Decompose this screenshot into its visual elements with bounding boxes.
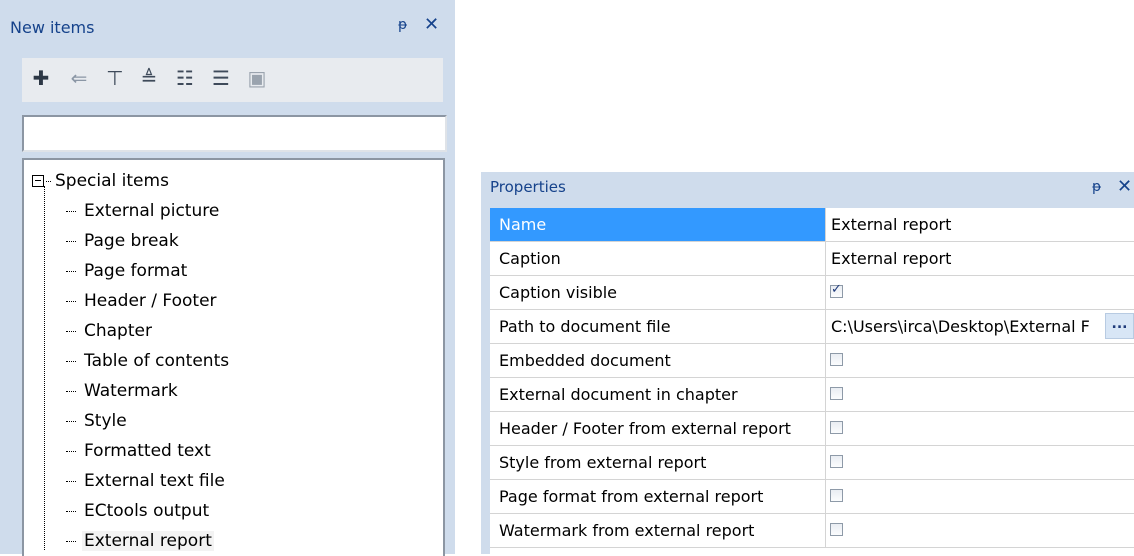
new-items-panel: New items ᵽ ✕ ✚ ⇐ ⊤ ≜ ☷ ☰ ▣ Special item… (0, 0, 455, 556)
tree-item[interactable]: Table of contents (66, 346, 231, 376)
items-tree: Special items External picture Page brea… (22, 158, 445, 556)
property-row-caption[interactable]: Caption External report (490, 242, 1134, 276)
property-name: Header / Footer from external report (490, 412, 826, 445)
page-format-checkbox[interactable] (830, 489, 843, 502)
style-checkbox[interactable] (830, 455, 843, 468)
tree-root-label: Special items (55, 171, 169, 191)
browse-button[interactable]: ... (1105, 313, 1134, 339)
property-value[interactable]: External report (827, 242, 1134, 275)
tree-item[interactable]: Page break (66, 226, 181, 256)
collapse-icon[interactable] (32, 175, 44, 187)
new-items-title: New items (10, 18, 95, 37)
properties-titlebar: Properties ᵽ ✕ (481, 172, 1134, 204)
property-name: Embedded document (490, 344, 826, 377)
properties-title: Properties (490, 178, 566, 196)
property-name: Caption visible (490, 276, 826, 309)
property-name: Caption (490, 242, 826, 275)
pin-icon[interactable]: ᵽ (398, 17, 407, 33)
tree-item[interactable]: External picture (66, 196, 221, 226)
search-input[interactable] (22, 115, 447, 152)
tree-item[interactable]: ECtools output (66, 496, 211, 526)
property-row-caption-visible[interactable]: Caption visible (490, 276, 1134, 310)
new-items-titlebar: New items ᵽ ✕ (0, 0, 455, 44)
close-icon[interactable]: ✕ (1117, 176, 1132, 197)
tree-item[interactable]: Chapter (66, 316, 154, 346)
properties-panel: Properties ᵽ ✕ Name External report Capt… (481, 172, 1134, 554)
property-row-path[interactable]: Path to document file C:\Users\irca\Desk… (490, 310, 1134, 344)
tree-item[interactable]: Formatted text (66, 436, 213, 466)
property-name: Path to document file (490, 310, 826, 343)
property-row-name[interactable]: Name External report (490, 208, 1134, 242)
property-row-header-footer[interactable]: Header / Footer from external report (490, 412, 1134, 446)
tree-item[interactable]: Header / Footer (66, 286, 219, 316)
external-document-in-chapter-checkbox[interactable] (830, 387, 843, 400)
property-name: Name (490, 208, 826, 241)
watermark-checkbox[interactable] (830, 523, 843, 536)
tree-item[interactable]: Page format (66, 256, 189, 286)
header-footer-checkbox[interactable] (830, 421, 843, 434)
property-row-embedded[interactable]: Embedded document (490, 344, 1134, 378)
tree-item[interactable]: Style (66, 406, 129, 436)
property-name: Watermark from external report (490, 514, 826, 547)
filter-icon[interactable]: ⊤ (102, 64, 128, 92)
add-item-icon[interactable]: ✚ (28, 64, 54, 92)
property-row-watermark[interactable]: Watermark from external report (490, 514, 1134, 548)
property-row-in-chapter[interactable]: External document in chapter (490, 378, 1134, 412)
property-name: External document in chapter (490, 378, 826, 411)
delete-icon[interactable]: ▣ (244, 64, 270, 92)
back-arrow-icon[interactable]: ⇐ (66, 64, 92, 92)
property-value[interactable]: External report (827, 208, 1134, 241)
property-row-style[interactable]: Style from external report (490, 446, 1134, 480)
tree-item[interactable]: External text file (66, 466, 227, 496)
property-name: Page format from external report (490, 480, 826, 513)
new-items-toolbar: ✚ ⇐ ⊤ ≜ ☷ ☰ ▣ (22, 58, 443, 102)
tree-item[interactable]: Watermark (66, 376, 180, 406)
pin-icon[interactable]: ᵽ (1092, 179, 1101, 195)
embedded-document-checkbox[interactable] (830, 353, 843, 366)
property-row-page-format[interactable]: Page format from external report (490, 480, 1134, 514)
path-value[interactable]: C:\Users\irca\Desktop\External F (827, 310, 1104, 343)
close-icon[interactable]: ✕ (424, 14, 439, 35)
caption-visible-checkbox[interactable] (830, 282, 843, 298)
property-name: Style from external report (490, 446, 826, 479)
tree-root-special-items[interactable]: Special items (32, 166, 169, 196)
tree-view-icon[interactable]: ☷ (172, 64, 198, 92)
list-view-icon[interactable]: ☰ (208, 64, 234, 92)
sort-alpha-icon[interactable]: ≜ (136, 64, 162, 92)
tree-item-selected[interactable]: External report (66, 526, 214, 556)
property-grid: Name External report Caption External re… (490, 208, 1134, 554)
